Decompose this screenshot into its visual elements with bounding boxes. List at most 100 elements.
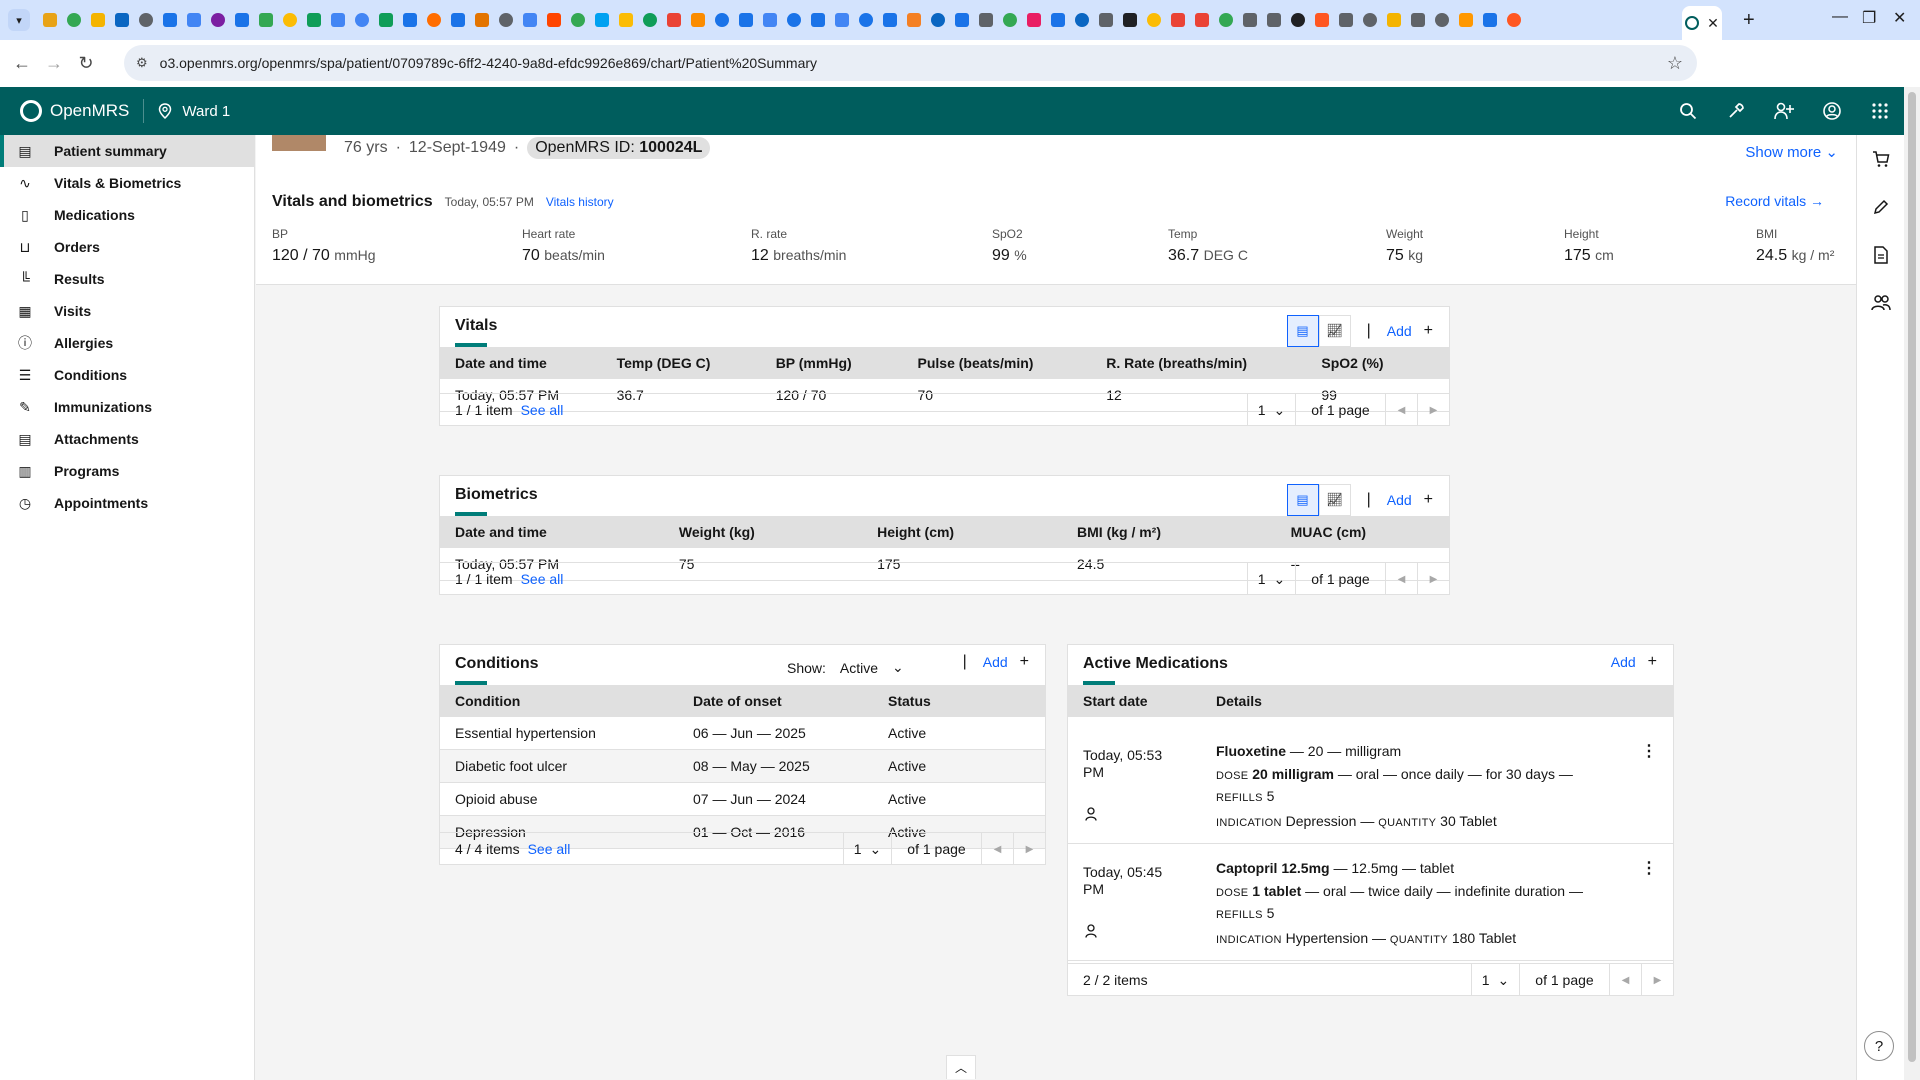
- pinned-tab-favicon-icon[interactable]: [1480, 10, 1500, 30]
- bookmark-star-icon[interactable]: ☆: [1667, 53, 1683, 74]
- pinned-tab-favicon-icon[interactable]: [712, 10, 732, 30]
- previous-page-icon[interactable]: ◀: [981, 833, 1013, 865]
- pinned-tab-favicon-icon[interactable]: [208, 10, 228, 30]
- search-patient-icon[interactable]: [1664, 87, 1712, 135]
- pinned-tab-favicon-icon[interactable]: [1384, 10, 1404, 30]
- back-icon[interactable]: ←: [6, 53, 38, 74]
- pinned-tab-favicon-icon[interactable]: [1240, 10, 1260, 30]
- pinned-tab-favicon-icon[interactable]: [136, 10, 156, 30]
- pinned-tab-favicon-icon[interactable]: [880, 10, 900, 30]
- table-row[interactable]: Diabetic foot ulcer 08 — May — 2025 Active: [440, 750, 1045, 783]
- pinned-tab-favicon-icon[interactable]: [1408, 10, 1428, 30]
- add-vitals-button[interactable]: Add +: [1387, 322, 1433, 340]
- next-page-icon[interactable]: ▶: [1641, 964, 1673, 996]
- pinned-tab-favicon-icon[interactable]: [832, 10, 852, 30]
- medication-row[interactable]: Today, 05:53 PM Fluoxetine — 20 — milligr…: [1068, 727, 1673, 844]
- overflow-menu-icon[interactable]: ⋮: [1641, 741, 1657, 761]
- pinned-tab-favicon-icon[interactable]: [496, 10, 516, 30]
- sidebar-item-programs[interactable]: ▥ Programs: [0, 455, 254, 487]
- sidebar-item-immunizations[interactable]: ✎ Immunizations: [0, 391, 254, 423]
- pinned-tab-favicon-icon[interactable]: [808, 10, 828, 30]
- tab-search-button[interactable]: ▾: [8, 9, 30, 31]
- table-view-button[interactable]: ▤: [1286, 315, 1319, 347]
- see-all-link[interactable]: See all: [521, 571, 564, 587]
- next-page-icon[interactable]: ▶: [1417, 563, 1449, 595]
- pinned-tab-favicon-icon[interactable]: [352, 10, 372, 30]
- pinned-tab-favicon-icon[interactable]: [976, 10, 996, 30]
- openmrs-logo[interactable]: OpenMRS: [20, 100, 129, 122]
- page-select[interactable]: 1 ⌄: [1247, 394, 1295, 426]
- active-tab[interactable]: ✕: [1682, 6, 1722, 40]
- pinned-tab-favicon-icon[interactable]: [760, 10, 780, 30]
- site-info-icon[interactable]: ⚙: [136, 55, 148, 71]
- sidebar-item-patient-summary[interactable]: ▤ Patient summary: [0, 135, 254, 167]
- pinned-tab-favicon-icon[interactable]: [664, 10, 684, 30]
- table-row[interactable]: Essential hypertension 06 — Jun — 2025 Act…: [440, 717, 1045, 750]
- pinned-tab-favicon-icon[interactable]: [1168, 10, 1188, 30]
- address-bar[interactable]: ⚙ o3.openmrs.org/openmrs/spa/patient/070…: [124, 45, 1697, 81]
- pinned-tab-favicon-icon[interactable]: [1360, 10, 1380, 30]
- table-view-button[interactable]: ▤: [1286, 484, 1319, 516]
- pinned-tab-favicon-icon[interactable]: [592, 10, 612, 30]
- minimize-icon[interactable]: —: [1832, 8, 1848, 26]
- pinned-tab-favicon-icon[interactable]: [304, 10, 324, 30]
- add-biometrics-button[interactable]: Add +: [1387, 491, 1433, 509]
- pinned-tab-favicon-icon[interactable]: [280, 10, 300, 30]
- pinned-tab-favicon-icon[interactable]: [448, 10, 468, 30]
- pinned-tab-favicon-icon[interactable]: [400, 10, 420, 30]
- pinned-tab-favicon-icon[interactable]: [616, 10, 636, 30]
- app-menu-grid-icon[interactable]: [1856, 87, 1904, 135]
- page-scrollbar-thumb[interactable]: [1908, 92, 1916, 1062]
- page-select[interactable]: 1 ⌄: [1247, 563, 1295, 595]
- patient-lists-icon[interactable]: [1857, 279, 1905, 327]
- pinned-tab-favicon-icon[interactable]: [544, 10, 564, 30]
- pinned-tab-favicon-icon[interactable]: [472, 10, 492, 30]
- pinned-tab-favicon-icon[interactable]: [64, 10, 84, 30]
- pinned-tab-favicon-icon[interactable]: [1120, 10, 1140, 30]
- sidebar-item-conditions[interactable]: ☰ Conditions: [0, 359, 254, 391]
- pinned-tab-favicon-icon[interactable]: [736, 10, 756, 30]
- medication-row[interactable]: Today, 05:45 PM Captopril 12.5mg — 12.5mg…: [1068, 844, 1673, 961]
- pinned-tab-favicon-icon[interactable]: [952, 10, 972, 30]
- pinned-tab-favicon-icon[interactable]: [88, 10, 108, 30]
- sidebar-item-orders[interactable]: ⊔ Orders: [0, 231, 254, 263]
- record-vitals-button[interactable]: Record vitals →: [1725, 193, 1824, 209]
- pinned-tab-favicon-icon[interactable]: [1312, 10, 1332, 30]
- pinned-tab-favicon-icon[interactable]: [856, 10, 876, 30]
- sidebar-item-attachments[interactable]: ▤ Attachments: [0, 423, 254, 455]
- pinned-tab-favicon-icon[interactable]: [184, 10, 204, 30]
- pinned-tab-favicon-icon[interactable]: [1144, 10, 1164, 30]
- visit-note-icon[interactable]: [1857, 231, 1905, 279]
- previous-page-icon[interactable]: ◀: [1385, 394, 1417, 426]
- pinned-tab-favicon-icon[interactable]: [376, 10, 396, 30]
- previous-page-icon[interactable]: ◀: [1385, 563, 1417, 595]
- sidebar-item-appointments[interactable]: ◷ Appointments: [0, 487, 254, 519]
- pinned-tab-favicon-icon[interactable]: [424, 10, 444, 30]
- pinned-tab-favicon-icon[interactable]: [232, 10, 252, 30]
- implementer-tools-icon[interactable]: [1712, 87, 1760, 135]
- conditions-status-filter[interactable]: Show: Active ⌄: [787, 659, 904, 676]
- sidebar-item-vitals-biometrics[interactable]: ∿ Vitals & Biometrics: [0, 167, 254, 199]
- add-medication-button[interactable]: Add +: [1611, 653, 1657, 671]
- help-icon[interactable]: ?: [1864, 1031, 1894, 1061]
- pinned-tab-favicon-icon[interactable]: [112, 10, 132, 30]
- pinned-tab-favicon-icon[interactable]: [688, 10, 708, 30]
- pinned-tab-favicon-icon[interactable]: [1024, 10, 1044, 30]
- next-page-icon[interactable]: ▶: [1417, 394, 1449, 426]
- add-patient-icon[interactable]: [1760, 87, 1808, 135]
- show-more-button[interactable]: Show more ⌄: [1745, 143, 1838, 161]
- pinned-tab-favicon-icon[interactable]: [928, 10, 948, 30]
- pinned-tab-favicon-icon[interactable]: [328, 10, 348, 30]
- add-condition-button[interactable]: Add +: [983, 653, 1029, 671]
- pinned-tab-favicon-icon[interactable]: [1432, 10, 1452, 30]
- sidebar-item-medications[interactable]: ▯ Medications: [0, 199, 254, 231]
- see-all-link[interactable]: See all: [521, 402, 564, 418]
- sidebar-item-visits[interactable]: ▦ Visits: [0, 295, 254, 327]
- close-window-icon[interactable]: ✕: [1893, 8, 1906, 28]
- location-picker[interactable]: Ward 1: [158, 103, 230, 120]
- pinned-tab-favicon-icon[interactable]: [784, 10, 804, 30]
- user-avatar-icon[interactable]: [1808, 87, 1856, 135]
- reload-icon[interactable]: ↻: [70, 53, 102, 74]
- pinned-tab-favicon-icon[interactable]: [1456, 10, 1476, 30]
- pinned-tab-favicon-icon[interactable]: [1504, 10, 1524, 30]
